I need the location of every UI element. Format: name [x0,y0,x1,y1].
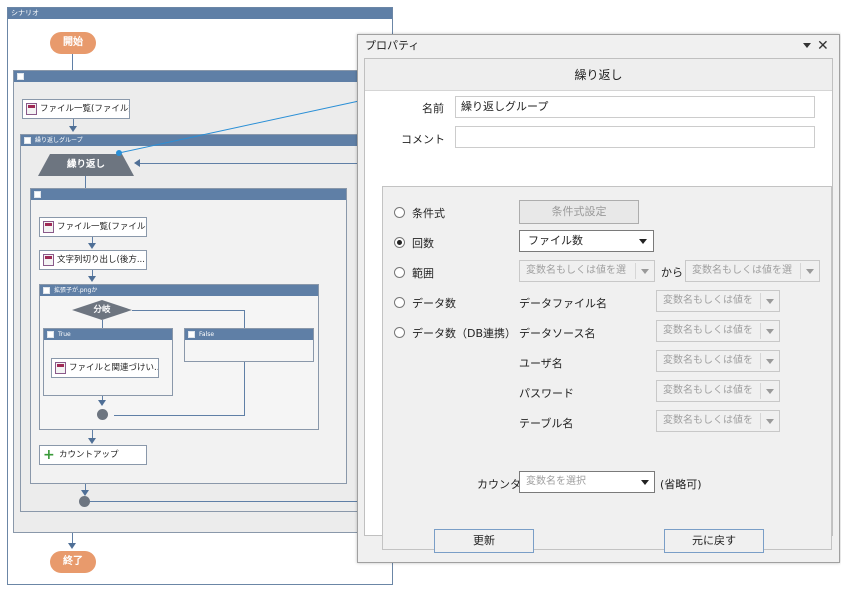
user-label: ユーザ名 [519,357,563,370]
arrow-down-icon [98,400,106,406]
property-body: 繰り返し 名前 繰り返しグループ コメント 条件式 回数 範囲 データ数 データ… [364,58,833,550]
table-label: テーブル名 [519,417,574,430]
connector-line [244,362,245,415]
radio-range[interactable] [394,267,405,278]
action-count-up[interactable]: + カウントアップ [39,445,147,465]
arrow-left-icon [134,159,140,167]
radio-count[interactable] [394,237,405,248]
true-branch-header: True [44,329,172,340]
property-panel: プロパティ ✕ 繰り返し 名前 繰り返しグループ コメント 条件式 回数 範囲 … [357,34,840,563]
connector-line [72,54,73,70]
chevron-down-icon [766,389,774,394]
collapse-toggle[interactable] [188,331,195,338]
data-source-label: データソース名 [519,327,596,340]
user-select[interactable]: 変数名もしくは値を [656,350,780,372]
table-select[interactable]: 変数名もしくは値を [656,410,780,432]
connector-line [102,320,103,328]
connector-line [90,501,358,502]
count-select[interactable]: ファイル数 [519,230,654,252]
action-icon [43,254,54,266]
name-field[interactable]: 繰り返しグループ [455,96,815,118]
action-icon [55,362,66,374]
property-panel-title: プロパティ [365,39,420,52]
comment-field[interactable] [455,126,815,148]
counter-select[interactable]: 変数名を選択 [519,471,655,493]
collapse-toggle[interactable] [43,287,50,294]
update-button[interactable]: 更新 [434,529,534,553]
arrow-down-icon [88,438,96,444]
data-file-select[interactable]: 変数名もしくは値を [656,290,780,312]
chevron-down-icon [806,269,814,274]
counter-optional-label: (省略可) [660,478,702,491]
close-icon[interactable]: ✕ [817,37,829,55]
radio-condition[interactable] [394,207,405,218]
chevron-down-icon [641,480,649,485]
chevron-down-icon [639,239,647,244]
panel-menu-icon[interactable] [803,43,811,48]
action-icon [26,103,37,115]
radio-data-count-db[interactable] [394,327,405,338]
loop-back-line [140,163,358,164]
data-source-select[interactable]: 変数名もしくは値を [656,320,780,342]
condition-group-header: 拡張子が.pngか [40,285,318,296]
condition-group-title: 拡張子が.pngか [54,287,98,294]
start-node[interactable]: 開始 [50,32,96,54]
range-to-select[interactable]: 変数名もしくは値を選 [685,260,820,282]
loop-group-title: 繰り返しグループ [35,137,83,144]
outer-group-header [14,71,362,82]
collapse-toggle[interactable] [24,137,31,144]
loop-options-box: 条件式 回数 範囲 データ数 データ数（DB連携） 条件式設定 ファイル数 変数… [382,186,832,550]
loop-end-node [79,496,90,507]
radio-count-label: 回数 [412,237,434,250]
property-link-line [116,100,360,156]
chevron-down-icon [766,299,774,304]
action-file-list-names[interactable]: ファイル一覧(ファイル名... [39,217,147,237]
arrow-down-icon [69,126,77,132]
revert-button[interactable]: 元に戻す [664,529,764,553]
action-file-association[interactable]: ファイルと関連づけい... [51,358,159,378]
arrow-down-icon [88,276,96,282]
radio-data-count-label: データ数 [412,297,456,310]
flow-panel-title: シナリオ [8,8,392,19]
arrow-down-icon [68,543,76,549]
chevron-down-icon [766,329,774,334]
from-label: から [661,266,683,279]
connector-line [114,415,245,416]
password-select[interactable]: 変数名もしくは値を [656,380,780,402]
chevron-down-icon [766,359,774,364]
name-label: 名前 [422,102,444,115]
end-node[interactable]: 終了 [50,551,96,573]
branch-node-label: 分岐 [93,305,111,315]
collapse-toggle[interactable] [47,331,54,338]
condition-settings-button[interactable]: 条件式設定 [519,200,639,224]
connector-line [244,310,245,328]
password-label: パスワード [519,387,574,400]
chevron-down-icon [766,419,774,424]
connector-line [85,176,86,188]
radio-condition-label: 条件式 [412,207,445,220]
collapse-toggle[interactable] [17,73,24,80]
data-file-label: データファイル名 [519,297,607,310]
arrow-down-icon [88,243,96,249]
radio-data-count[interactable] [394,297,405,308]
scenario-flow-panel: シナリオ 開始 ファイル一覧(ファイル数... 繰り返しグループ 繰り返し ファ… [7,7,393,585]
action-icon [43,221,54,233]
range-from-select[interactable]: 変数名もしくは値を選 [519,260,655,282]
collapse-toggle[interactable] [34,191,41,198]
false-branch-header: False [185,329,313,340]
chevron-down-icon [641,269,649,274]
radio-range-label: 範囲 [412,267,434,280]
loop-body-header [31,189,346,200]
merge-node [97,409,108,420]
counter-label: カウンタ [477,478,521,491]
property-header: 繰り返し [365,59,832,91]
connector-line [132,310,244,311]
plus-icon: + [43,447,55,463]
comment-label: コメント [401,133,445,146]
radio-data-count-db-label: データ数（DB連携） [412,327,517,340]
action-string-cut[interactable]: 文字列切り出し(後方... [39,250,147,270]
false-branch[interactable]: False [184,328,314,362]
